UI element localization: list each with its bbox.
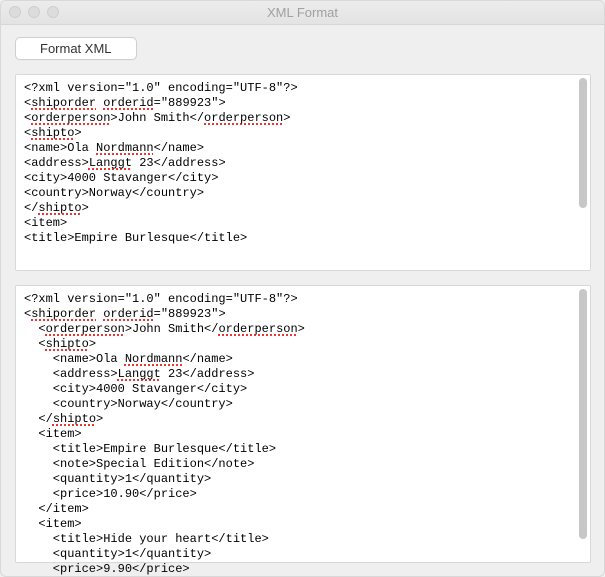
scrollbar-thumb[interactable] bbox=[579, 289, 587, 539]
output-text[interactable]: <?xml version="1.0" encoding="UTF-8"?><s… bbox=[16, 286, 590, 577]
code-line: <?xml version="1.0" encoding="UTF-8"?> bbox=[24, 292, 582, 307]
window-title: XML Format bbox=[267, 5, 338, 20]
code-line: <orderperson>John Smith</orderperson> bbox=[24, 111, 582, 126]
close-icon[interactable] bbox=[9, 6, 21, 18]
code-line: <name>Ola Nordmann</name> bbox=[24, 352, 582, 367]
code-line: <shipto> bbox=[24, 126, 582, 141]
format-xml-button[interactable]: Format XML bbox=[15, 37, 137, 60]
code-line: <price>9.90</price> bbox=[24, 562, 582, 577]
code-line: <country>Norway</country> bbox=[24, 186, 582, 201]
code-line: <quantity>1</quantity> bbox=[24, 547, 582, 562]
code-line: <price>10.90</price> bbox=[24, 487, 582, 502]
scrollbar-thumb[interactable] bbox=[579, 78, 587, 208]
minimize-icon[interactable] bbox=[28, 6, 40, 18]
code-line: </shipto> bbox=[24, 412, 582, 427]
code-line: <country>Norway</country> bbox=[24, 397, 582, 412]
code-line: <?xml version="1.0" encoding="UTF-8"?> bbox=[24, 81, 582, 96]
window-controls bbox=[9, 6, 59, 18]
code-line: <title>Hide your heart</title> bbox=[24, 532, 582, 547]
code-line: <item> bbox=[24, 216, 582, 231]
code-line: <shipto> bbox=[24, 337, 582, 352]
code-line: <shiporder orderid="889923"> bbox=[24, 307, 582, 322]
code-line: <name>Ola Nordmann</name> bbox=[24, 141, 582, 156]
code-line: <item> bbox=[24, 427, 582, 442]
code-line: <item> bbox=[24, 517, 582, 532]
code-line: <address>Langgt 23</address> bbox=[24, 156, 582, 171]
code-line: <note>Special Edition</note> bbox=[24, 457, 582, 472]
input-text[interactable]: <?xml version="1.0" encoding="UTF-8"?><s… bbox=[16, 75, 590, 252]
code-line: <title>Empire Burlesque</title> bbox=[24, 231, 582, 246]
code-line: <orderperson>John Smith</orderperson> bbox=[24, 322, 582, 337]
code-line: <quantity>1</quantity> bbox=[24, 472, 582, 487]
titlebar: XML Format bbox=[1, 1, 604, 25]
code-line: <city>4000 Stavanger</city> bbox=[24, 382, 582, 397]
scrollbar[interactable] bbox=[579, 289, 587, 559]
code-line: <shiporder orderid="889923"> bbox=[24, 96, 582, 111]
code-line: <city>4000 Stavanger</city> bbox=[24, 171, 582, 186]
zoom-icon[interactable] bbox=[47, 6, 59, 18]
code-line: <title>Empire Burlesque</title> bbox=[24, 442, 582, 457]
scrollbar[interactable] bbox=[579, 78, 587, 267]
app-window: XML Format Format XML <?xml version="1.0… bbox=[0, 0, 605, 577]
content-area: Format XML <?xml version="1.0" encoding=… bbox=[1, 25, 604, 573]
output-pane[interactable]: <?xml version="1.0" encoding="UTF-8"?><s… bbox=[15, 285, 591, 563]
code-line: <address>Langgt 23</address> bbox=[24, 367, 582, 382]
code-line: </shipto> bbox=[24, 201, 582, 216]
input-pane[interactable]: <?xml version="1.0" encoding="UTF-8"?><s… bbox=[15, 74, 591, 271]
code-line: </item> bbox=[24, 502, 582, 517]
